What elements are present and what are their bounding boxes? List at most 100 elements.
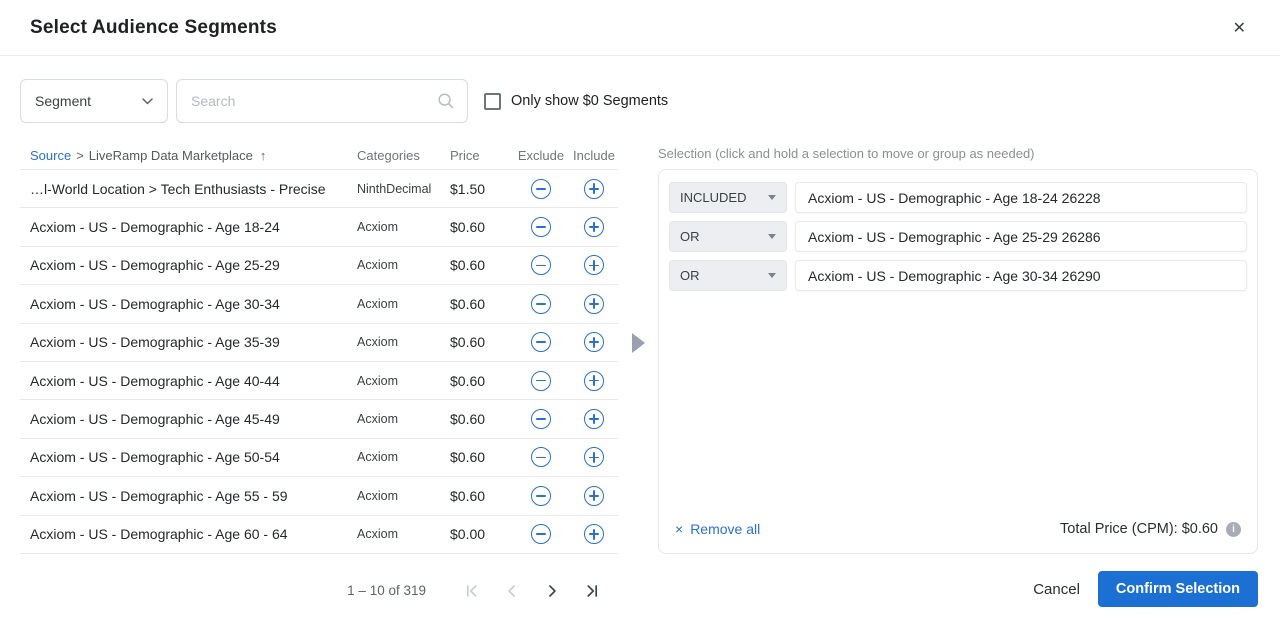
first-page-button[interactable] (452, 574, 492, 608)
segments-table-section: Source > LiveRamp Data Marketplace ↑ Cat… (20, 143, 618, 608)
selection-item: OR Acxiom - US - Demographic - Age 25-29… (669, 221, 1247, 252)
column-header-exclude: Exclude (512, 148, 570, 163)
transfer-arrow-section (618, 143, 658, 608)
segment-name: Acxiom - US - Demographic - Age 55 - 59 (20, 488, 357, 504)
plus-circle-icon (584, 486, 604, 506)
chevron-left-icon (502, 581, 522, 601)
only-zero-segments-toggle[interactable]: Only show $0 Segments (484, 93, 668, 110)
segment-category: Acxiom (357, 220, 450, 234)
exclude-button[interactable] (529, 330, 553, 354)
operator-dropdown[interactable]: OR (669, 221, 787, 252)
info-icon[interactable]: i (1226, 522, 1241, 537)
dialog-header: Select Audience Segments ✕ (0, 0, 1280, 56)
remove-all-button[interactable]: × Remove all (675, 521, 760, 537)
close-button[interactable]: ✕ (1227, 14, 1252, 42)
first-page-icon (462, 581, 482, 601)
cancel-button[interactable]: Cancel (1023, 573, 1090, 606)
next-page-button[interactable] (532, 574, 572, 608)
segment-category: Acxiom (357, 489, 450, 503)
only-zero-segments-label: Only show $0 Segments (511, 93, 668, 109)
dialog-body: Source > LiveRamp Data Marketplace ↑ Cat… (0, 143, 1280, 608)
segment-price: $0.60 (450, 257, 512, 273)
segment-category: Acxiom (357, 335, 450, 349)
selection-panel: INCLUDED Acxiom - US - Demographic - Age… (658, 169, 1258, 554)
table-row: Acxiom - US - Demographic - Age 40-44 Ac… (20, 362, 618, 400)
segment-name: Acxiom - US - Demographic - Age 35-39 (20, 334, 357, 350)
table-row: Acxiom - US - Demographic - Age 30-34 Ac… (20, 285, 618, 323)
segment-category: Acxiom (357, 527, 450, 541)
table-row: Acxiom - US - Demographic - Age 25-29 Ac… (20, 247, 618, 285)
segment-type-dropdown[interactable]: Segment (20, 79, 168, 123)
exclude-button[interactable] (529, 215, 553, 239)
operator-value: OR (680, 268, 700, 283)
exclude-button[interactable] (529, 522, 553, 546)
segment-type-dropdown-value: Segment (35, 93, 91, 109)
include-button[interactable] (582, 177, 606, 201)
selection-item: OR Acxiom - US - Demographic - Age 30-34… (669, 260, 1247, 291)
segment-price: $0.60 (450, 411, 512, 427)
search-input[interactable] (176, 79, 468, 123)
segment-name: Acxiom - US - Demographic - Age 25-29 (20, 257, 357, 273)
exclude-button[interactable] (529, 177, 553, 201)
segment-price: $0.00 (450, 526, 512, 542)
plus-circle-icon (584, 255, 604, 275)
include-button[interactable] (582, 407, 606, 431)
last-page-button[interactable] (572, 574, 612, 608)
table-row: Acxiom - US - Demographic - Age 18-24 Ac… (20, 208, 618, 246)
checkbox-icon[interactable] (484, 93, 501, 110)
operator-dropdown[interactable]: INCLUDED (669, 182, 787, 213)
include-button[interactable] (582, 292, 606, 316)
minus-circle-icon (531, 524, 551, 544)
include-button[interactable] (582, 445, 606, 469)
minus-circle-icon (531, 371, 551, 391)
confirm-selection-button[interactable]: Confirm Selection (1098, 571, 1258, 607)
column-header-price: Price (450, 148, 512, 163)
segment-name: Acxiom - US - Demographic - Age 60 - 64 (20, 526, 357, 542)
last-page-icon (582, 581, 602, 601)
segment-category: Acxiom (357, 258, 450, 272)
exclude-button[interactable] (529, 253, 553, 277)
table-row: Acxiom - US - Demographic - Age 60 - 64 … (20, 516, 618, 554)
chevron-down-icon (142, 98, 153, 105)
segment-category: Acxiom (357, 374, 450, 388)
breadcrumb-source-link[interactable]: Source (30, 148, 71, 163)
exclude-button[interactable] (529, 484, 553, 508)
caret-down-icon (768, 195, 776, 200)
include-button[interactable] (582, 253, 606, 277)
plus-circle-icon (584, 524, 604, 544)
sort-ascending-icon[interactable]: ↑ (260, 148, 267, 163)
segment-price: $0.60 (450, 449, 512, 465)
previous-page-button[interactable] (492, 574, 532, 608)
include-button[interactable] (582, 369, 606, 393)
minus-circle-icon (531, 294, 551, 314)
plus-circle-icon (584, 294, 604, 314)
selection-header: Selection (click and hold a selection to… (658, 143, 1258, 167)
minus-circle-icon (531, 409, 551, 429)
minus-circle-icon (531, 179, 551, 199)
pagination: 1 – 10 of 319 (20, 574, 618, 608)
segments-table: …l-World Location > Tech Enthusiasts - P… (20, 169, 618, 554)
selected-segment[interactable]: Acxiom - US - Demographic - Age 18-24 26… (795, 182, 1247, 213)
operator-value: INCLUDED (680, 190, 746, 205)
segment-price: $0.60 (450, 219, 512, 235)
exclude-button[interactable] (529, 292, 553, 316)
segment-price: $0.60 (450, 488, 512, 504)
minus-circle-icon (531, 486, 551, 506)
include-button[interactable] (582, 484, 606, 508)
segment-category: Acxiom (357, 450, 450, 464)
selected-segment[interactable]: Acxiom - US - Demographic - Age 30-34 26… (795, 260, 1247, 291)
segment-price: $0.60 (450, 373, 512, 389)
selected-segment[interactable]: Acxiom - US - Demographic - Age 25-29 26… (795, 221, 1247, 252)
include-button[interactable] (582, 522, 606, 546)
exclude-button[interactable] (529, 445, 553, 469)
total-price-label: Total Price (CPM): $0.60 (1060, 521, 1218, 537)
breadcrumb-separator: > (76, 148, 84, 163)
operator-dropdown[interactable]: OR (669, 260, 787, 291)
segment-category: Acxiom (357, 297, 450, 311)
exclude-button[interactable] (529, 369, 553, 393)
plus-circle-icon (584, 217, 604, 237)
include-button[interactable] (582, 215, 606, 239)
include-button[interactable] (582, 330, 606, 354)
exclude-button[interactable] (529, 407, 553, 431)
plus-circle-icon (584, 447, 604, 467)
